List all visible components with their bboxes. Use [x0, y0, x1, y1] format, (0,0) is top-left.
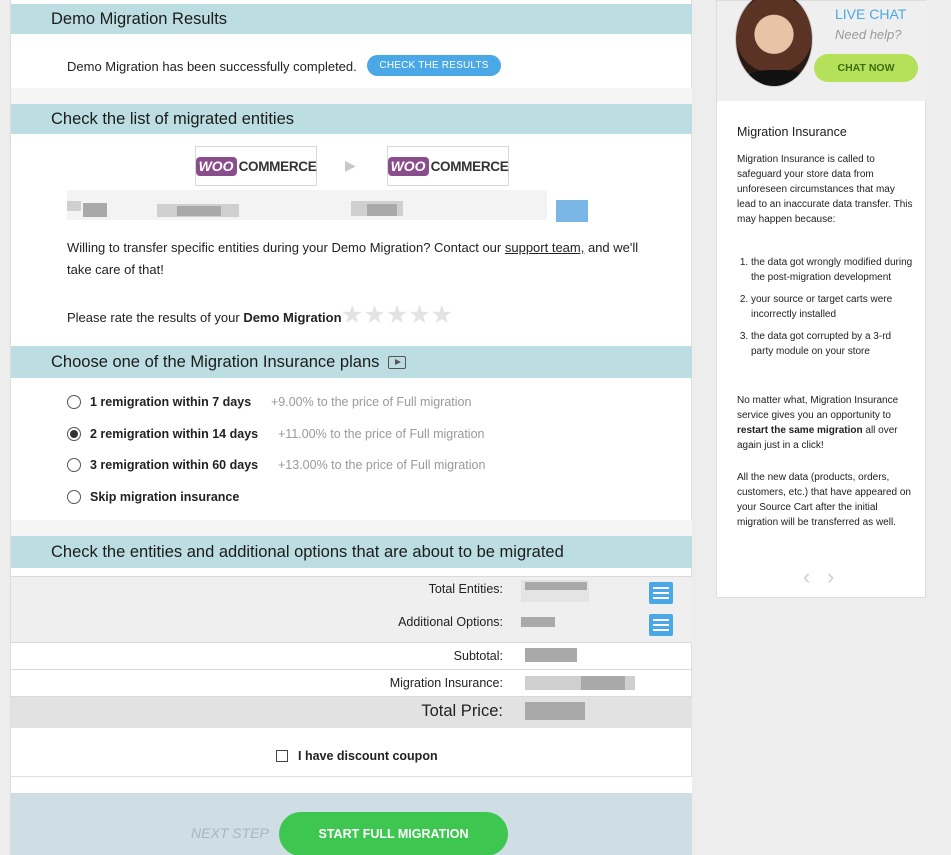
blurred-action-icon — [556, 200, 588, 222]
results-message: Demo Migration has been successfully com… — [67, 59, 357, 74]
insurance-option-3[interactable]: 3 remigration within 60 days — [67, 455, 258, 475]
additional-options-label: Additional Options: — [398, 615, 503, 629]
radio-button[interactable] — [67, 395, 81, 409]
total-price-label: Total Price: — [421, 702, 503, 720]
sidebar-p2-before: No matter what, Migration Insurance serv… — [737, 395, 899, 421]
insurance-option-skip[interactable]: Skip migration insurance — [67, 487, 239, 507]
transfer-text-line2: take care of that! — [67, 262, 164, 277]
section-spacer — [11, 776, 692, 793]
entities-menu-button[interactable] — [649, 582, 673, 604]
rate-text-label: Please rate the results of your — [67, 310, 244, 325]
insurance-option-price: +11.00% to the price of Full migration — [278, 427, 485, 441]
source-logo-word: COMMERCE — [238, 158, 317, 174]
section-spacer — [11, 88, 692, 104]
rate-text: Please rate the results of your Demo Mig… — [67, 310, 342, 325]
transfer-text-before: Willing to transfer specific entities du… — [67, 240, 505, 255]
blurred-value — [521, 617, 555, 627]
carousel-prev-icon[interactable]: ‹ — [803, 564, 810, 590]
coupon-checkbox[interactable] — [276, 750, 288, 762]
insurance-option-price: +9.00% to the price of Full migration — [271, 395, 472, 409]
page: Demo Migration Results Demo Migration ha… — [0, 0, 951, 855]
insurance-option-1[interactable]: 1 remigration within 7 days — [67, 392, 251, 412]
sidebar-reason: the data got wrongly modified during the… — [751, 255, 915, 285]
target-logo-word: COMMERCE — [430, 158, 509, 174]
entities-heading: Check the list of migrated entities — [11, 104, 692, 134]
sidebar-paragraph-2: No matter what, Migration Insurance serv… — [737, 393, 915, 453]
insurance-option-label: Skip migration insurance — [90, 490, 240, 504]
coupon-label: I have discount coupon — [298, 749, 438, 763]
insurance-option-label: 1 remigration within 7 days — [90, 395, 252, 409]
section-spacer — [11, 520, 692, 536]
total-price-row — [11, 696, 692, 728]
blurred-value — [525, 648, 577, 662]
rate-text-bold: Demo Migration — [243, 310, 342, 325]
insurance-option-price: +13.00% to the price of Full migration — [278, 458, 486, 472]
blurred-value — [525, 582, 587, 590]
options-menu-button[interactable] — [649, 614, 673, 636]
main-column: Demo Migration Results Demo Migration ha… — [10, 0, 692, 855]
blurred-entities-strip — [67, 190, 547, 220]
total-entities-label: Total Entities: — [428, 582, 503, 596]
carousel-next-icon[interactable]: › — [827, 564, 834, 590]
migration-insurance-label: Migration Insurance: — [389, 676, 503, 690]
chat-now-button[interactable]: CHAT NOW — [814, 54, 918, 82]
sidebar-reason: the data got corrupted by a 3-rd party m… — [751, 329, 915, 359]
transfer-text: Willing to transfer specific entities du… — [67, 237, 667, 281]
summary-heading: Check the entities and additional option… — [11, 536, 692, 568]
results-heading: Demo Migration Results — [11, 4, 692, 34]
live-chat-box: LIVE CHAT Need help? CHAT NOW — [717, 0, 927, 101]
sidebar-reasons-list: the data got wrongly modified during the… — [737, 255, 915, 359]
insurance-option-label: 2 remigration within 14 days — [90, 427, 259, 441]
subtotal-label: Subtotal: — [453, 649, 503, 663]
arrow-right-icon: ▶ — [345, 157, 356, 173]
sidebar-title: Migration Insurance — [737, 125, 847, 139]
source-logo-badge: WOO — [195, 156, 237, 176]
rating-stars[interactable]: ★★★★★ — [341, 300, 453, 330]
radio-button[interactable] — [67, 490, 81, 504]
radio-button[interactable] — [67, 458, 81, 472]
support-team-link[interactable]: support team, — [505, 240, 585, 255]
insurance-option-label: 3 remigration within 60 days — [90, 458, 259, 472]
insurance-option-2[interactable]: 2 remigration within 14 days — [67, 424, 258, 444]
blurred-value — [525, 702, 585, 720]
target-logo-badge: WOO — [387, 156, 429, 176]
insurance-heading-text: Choose one of the Migration Insurance pl… — [51, 353, 380, 371]
check-results-button[interactable]: CHECK THE RESULTS — [367, 55, 501, 76]
subtotal-row — [11, 642, 692, 669]
entities-options-rows — [11, 576, 692, 642]
sidebar-p2-bold: restart the same migration — [737, 425, 863, 436]
support-agent-avatar — [735, 0, 813, 87]
sidebar-paragraph-3: All the new data (products, orders, cust… — [737, 472, 911, 528]
blurred-entity — [177, 206, 221, 216]
film-icon[interactable] — [387, 356, 406, 369]
sidebar-intro: Migration Insurance is called to safegua… — [737, 154, 913, 225]
coupon-option[interactable]: I have discount coupon — [276, 749, 438, 763]
live-chat-title: LIVE CHAT — [835, 6, 907, 22]
insurance-heading: Choose one of the Migration Insurance pl… — [11, 346, 692, 378]
need-help-text: Need help? — [835, 27, 902, 42]
radio-button-selected[interactable] — [67, 427, 81, 441]
blurred-entity — [67, 201, 81, 211]
blurred-entity — [367, 204, 397, 216]
footer-bar: NEXT STEP START FULL MIGRATION — [11, 793, 692, 855]
blurred-value — [581, 676, 625, 690]
target-cart-logo: WOO COMMERCE — [387, 146, 509, 186]
source-cart-logo: WOO COMMERCE — [195, 146, 317, 186]
sidebar: LIVE CHAT Need help? CHAT NOW Migration … — [716, 0, 927, 598]
transfer-text-after: and we'll — [584, 240, 639, 255]
start-full-migration-button[interactable]: START FULL MIGRATION — [279, 812, 508, 855]
blurred-entity — [83, 203, 107, 217]
sidebar-reason: your source or target carts were incorre… — [751, 292, 915, 322]
next-step-label: NEXT STEP — [191, 825, 269, 841]
